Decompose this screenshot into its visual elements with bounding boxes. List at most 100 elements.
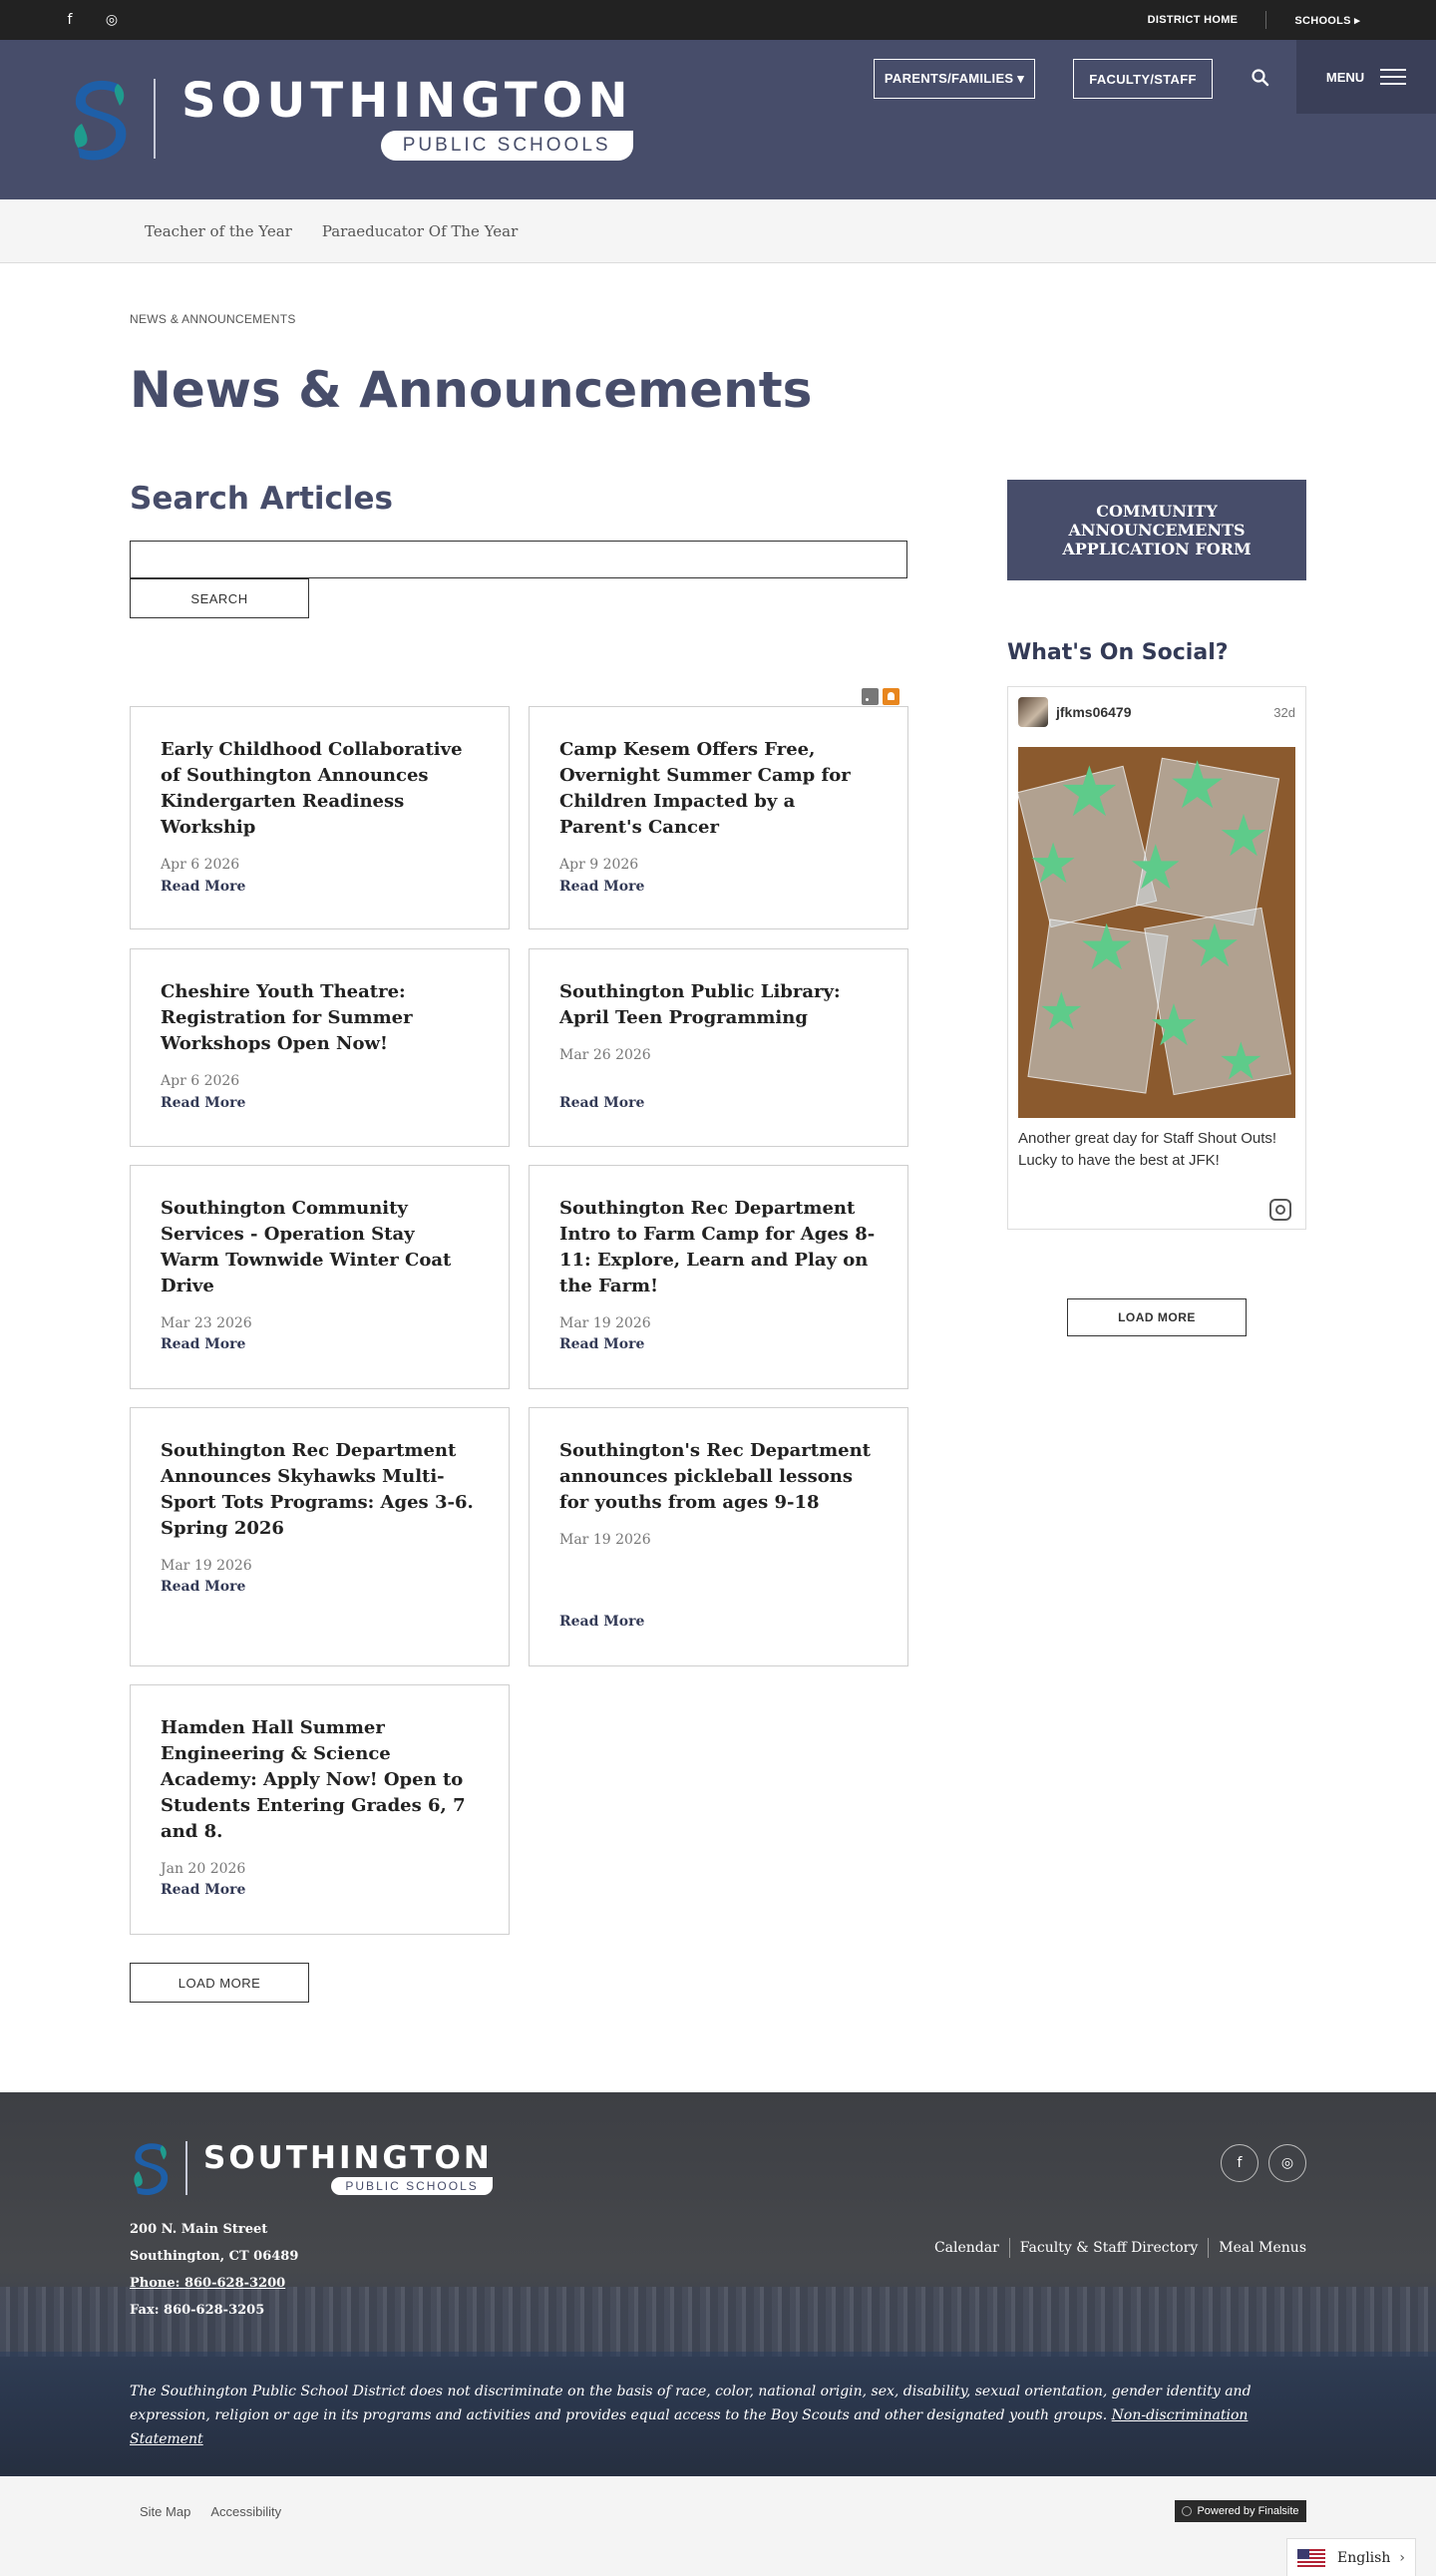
read-more-link[interactable]: Read More [161, 1095, 245, 1111]
page-title: News & Announcements [130, 361, 813, 419]
search-button[interactable]: SEARCH [130, 578, 309, 618]
read-more-link[interactable]: Read More [161, 879, 245, 895]
powered-by-finalsite-badge[interactable]: Powered by Finalsite [1175, 2500, 1306, 2522]
footer-link-directory[interactable]: Faculty & Staff Directory [1010, 2240, 1208, 2256]
bottom-links: Site Map Accessibility [140, 2504, 281, 2519]
logo-text: SOUTHINGTON PUBLIC SCHOOLS [181, 77, 633, 161]
logo-name: SOUTHINGTON [181, 73, 633, 129]
read-more-link[interactable]: Read More [161, 1579, 245, 1595]
subnav-paraeducator-of-the-year[interactable]: Paraeducator Of The Year [322, 222, 518, 240]
instagram-icon[interactable]: ◎ [1268, 2144, 1306, 2182]
load-more-social-button[interactable]: LOAD MORE [1067, 1298, 1247, 1336]
powered-by-label: Powered by Finalsite [1197, 2505, 1299, 2517]
search-heading: Search Articles [130, 481, 393, 517]
article-date: Apr 6 2026 [161, 1073, 240, 1089]
search-input[interactable] [130, 541, 907, 578]
accessibility-link[interactable]: Accessibility [210, 2504, 281, 2519]
article-title[interactable]: Southington Community Services - Operati… [161, 1196, 479, 1299]
article-title[interactable]: Cheshire Youth Theatre: Registration for… [161, 979, 479, 1057]
chevron-right-icon: › [1399, 2549, 1405, 2566]
rss-icon[interactable] [862, 688, 879, 705]
menu-button[interactable]: MENU [1296, 40, 1436, 114]
read-more-link[interactable]: Read More [559, 1614, 644, 1630]
footer-links: Calendar Faculty & Staff Directory Meal … [924, 2238, 1306, 2258]
utility-social: f ◎ [60, 10, 122, 30]
non-discrimination-disclaimer: The Southington Public School District d… [130, 2380, 1266, 2451]
community-announcements-button[interactable]: COMMUNITY ANNOUNCEMENTS APPLICATION FORM [1007, 480, 1306, 580]
disclaimer-text: The Southington Public School District d… [130, 2384, 1252, 2423]
search-icon[interactable] [1251, 68, 1270, 88]
bottom-bar: Site Map Accessibility Powered by Finals… [0, 2476, 1436, 2576]
subnav-teacher-of-the-year[interactable]: Teacher of the Year [145, 222, 292, 240]
language-label: English [1337, 2549, 1391, 2566]
article-date: Mar 26 2026 [559, 1047, 651, 1063]
article-title[interactable]: Southington Rec Department Announces Sky… [161, 1438, 479, 1542]
article-date: Apr 9 2026 [559, 857, 639, 873]
article-card[interactable]: Southington Public Library: April Teen P… [529, 948, 908, 1147]
social-post-header: jfkms06479 32d [1018, 697, 1295, 727]
article-card[interactable]: Cheshire Youth Theatre: Registration for… [130, 948, 510, 1147]
us-flag-icon [1297, 2548, 1325, 2567]
article-card[interactable]: Camp Kesem Offers Free, Overnight Summer… [529, 706, 908, 929]
social-heading: What's On Social? [1007, 640, 1229, 665]
address-line-2: Southington, CT 06489 [130, 2249, 299, 2264]
article-card[interactable]: Southington's Rec Department announces p… [529, 1407, 908, 1666]
faculty-staff-button[interactable]: FACULTY/STAFF [1073, 59, 1213, 99]
read-more-link[interactable]: Read More [559, 1095, 644, 1111]
district-logo[interactable]: SOUTHINGTON PUBLIC SCHOOLS [68, 76, 633, 162]
phone-link[interactable]: Phone: 860-628-3200 [130, 2270, 298, 2297]
article-title[interactable]: Southington Public Library: April Teen P… [559, 979, 878, 1031]
article-card[interactable]: Early Childhood Collaborative of Southin… [130, 706, 510, 929]
utility-bar: f ◎ DISTRICT HOME SCHOOLS ▸ [0, 0, 1436, 40]
article-title[interactable]: Early Childhood Collaborative of Southin… [161, 737, 479, 841]
article-title[interactable]: Southington's Rec Department announces p… [559, 1438, 878, 1516]
site-footer: SOUTHINGTON PUBLIC SCHOOLS f ◎ 200 N. Ma… [0, 2092, 1436, 2476]
social-post-image[interactable]: ★ ★ ★ ★ ★ ★ ★ ★ ★ ★ [1018, 747, 1295, 1118]
read-more-link[interactable]: Read More [559, 879, 644, 895]
facebook-icon[interactable]: f [1221, 2144, 1258, 2182]
read-more-link[interactable]: Read More [161, 1336, 245, 1352]
schools-dropdown[interactable]: SCHOOLS ▸ [1266, 14, 1388, 27]
site-header: SOUTHINGTON PUBLIC SCHOOLS PARENTS/FAMIL… [0, 40, 1436, 199]
district-home-link[interactable]: DISTRICT HOME [1120, 14, 1266, 26]
article-title[interactable]: Hamden Hall Summer Engineering & Science… [161, 1715, 479, 1845]
footer-link-calendar[interactable]: Calendar [924, 2240, 1009, 2256]
article-title[interactable]: Southington Rec Department Intro to Farm… [559, 1196, 878, 1299]
parents-families-button[interactable]: PARENTS/FAMILIES ▾ [874, 59, 1035, 99]
article-date: Mar 19 2026 [559, 1315, 651, 1331]
footer-social: f ◎ [1221, 2144, 1306, 2182]
social-post-card[interactable]: jfkms06479 32d ★ ★ ★ ★ ★ ★ ★ ★ ★ ★ Anoth… [1007, 686, 1306, 1230]
article-card[interactable]: Southington Rec Department Announces Sky… [130, 1407, 510, 1666]
fax-number: Fax: 860-628-3205 [130, 2303, 265, 2318]
logo-subtitle: PUBLIC SCHOOLS [331, 2176, 493, 2195]
read-more-link[interactable]: Read More [559, 1336, 644, 1352]
site-map-link[interactable]: Site Map [140, 2504, 190, 2519]
article-card[interactable]: Southington Community Services - Operati… [130, 1165, 510, 1389]
breadcrumb[interactable]: NEWS & ANNOUNCEMENTS [130, 312, 296, 326]
load-more-articles-button[interactable]: LOAD MORE [130, 1963, 309, 2003]
read-more-link[interactable]: Read More [161, 1882, 245, 1898]
finalsite-icon [1182, 2506, 1193, 2516]
logo-subtitle: PUBLIC SCHOOLS [380, 131, 633, 161]
article-date: Mar 19 2026 [161, 1558, 252, 1574]
avatar[interactable] [1018, 697, 1048, 727]
instagram-icon[interactable]: ◎ [102, 10, 122, 30]
logo-name: SOUTHINGTON [203, 2139, 493, 2176]
notification-bell-icon[interactable] [883, 688, 899, 705]
s-logo-icon [74, 80, 127, 161]
social-username[interactable]: jfkms06479 [1056, 704, 1132, 720]
footer-link-meal-menus[interactable]: Meal Menus [1209, 2240, 1306, 2256]
article-card[interactable]: Southington Rec Department Intro to Farm… [529, 1165, 908, 1389]
menu-label: MENU [1325, 69, 1365, 85]
article-date: Mar 19 2026 [559, 1532, 651, 1548]
s-logo-icon [134, 2143, 169, 2196]
hamburger-icon [1380, 69, 1407, 85]
article-title[interactable]: Camp Kesem Offers Free, Overnight Summer… [559, 737, 878, 841]
article-card[interactable]: Hamden Hall Summer Engineering & Science… [130, 1684, 510, 1935]
language-selector[interactable]: English › [1286, 2538, 1416, 2576]
footer-logo[interactable]: SOUTHINGTON PUBLIC SCHOOLS [130, 2140, 493, 2196]
article-date: Apr 6 2026 [161, 857, 240, 873]
instagram-icon[interactable] [1269, 1199, 1291, 1221]
feed-icons [862, 688, 899, 705]
facebook-icon[interactable]: f [60, 10, 80, 30]
